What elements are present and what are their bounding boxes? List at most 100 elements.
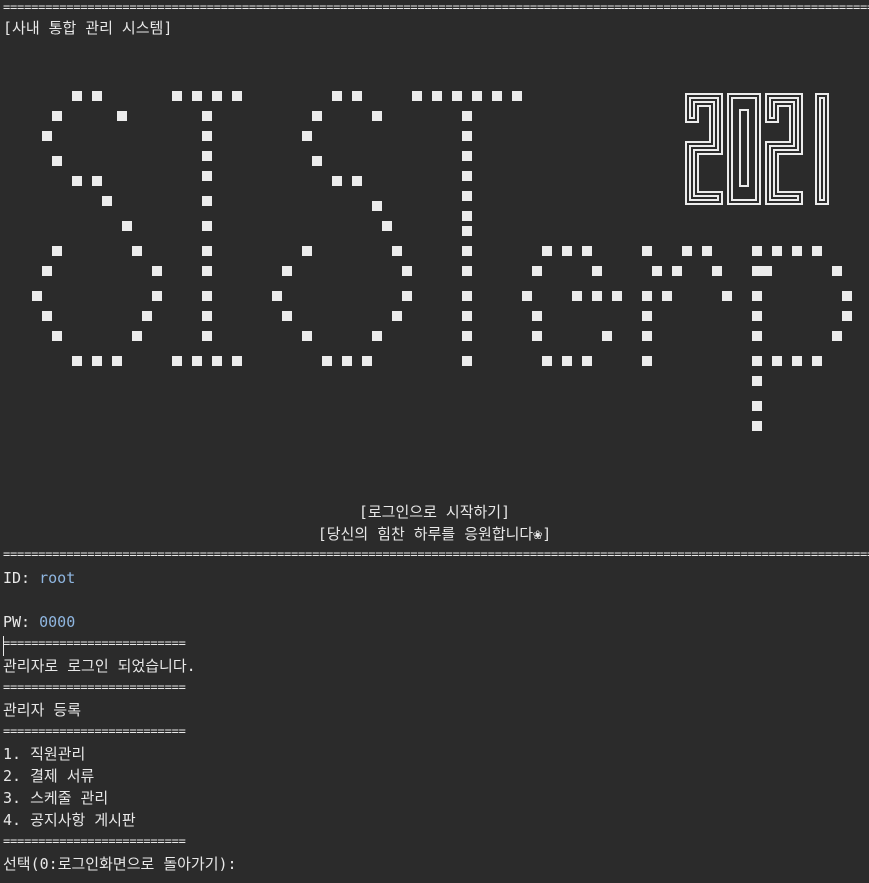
art-block <box>432 91 442 101</box>
art-block <box>562 246 572 256</box>
login-success-message: 관리자로 로그인 되었습니다. <box>3 657 196 675</box>
art-block <box>392 311 402 321</box>
art-block <box>117 111 127 121</box>
art-block <box>572 291 582 301</box>
art-block <box>712 266 722 276</box>
menu-item-label: 직원관리 <box>30 745 86 763</box>
art-block <box>302 246 312 256</box>
divider-3: ========================== <box>3 726 186 737</box>
art-block <box>682 246 692 256</box>
art-block <box>272 291 282 301</box>
art-block <box>152 266 162 276</box>
art-block <box>462 331 472 341</box>
art-block <box>532 266 542 276</box>
art-block <box>532 331 542 341</box>
start-login-label: [로그인으로 시작하기] <box>358 503 511 521</box>
menu-item-approval[interactable]: 2. 결제 서류 <box>3 766 94 786</box>
art-block <box>602 331 612 341</box>
art-block <box>52 156 62 166</box>
art-block <box>702 246 712 256</box>
art-block <box>792 356 802 366</box>
year-2021-logo <box>685 93 829 205</box>
art-block <box>302 131 312 141</box>
art-block <box>832 266 842 276</box>
menu-item-schedule[interactable]: 3. 스케줄 관리 <box>3 788 108 808</box>
art-block <box>642 291 652 301</box>
divider-1: ========================== <box>3 638 186 649</box>
art-block <box>202 171 212 181</box>
art-block <box>372 201 382 211</box>
art-block <box>592 291 602 301</box>
art-block <box>92 176 102 186</box>
art-block <box>462 226 472 236</box>
sist-erp-ascii-logo <box>32 91 852 431</box>
art-block <box>202 331 212 341</box>
art-block <box>492 91 502 101</box>
art-block <box>662 291 672 301</box>
cheer-message: [당신의 힘찬 하루를 응원합니다❀] <box>317 525 552 543</box>
id-value[interactable]: root <box>39 569 75 587</box>
art-block <box>812 356 822 366</box>
art-block <box>752 376 762 386</box>
art-block <box>462 311 472 321</box>
art-block <box>72 91 82 101</box>
menu-item-employee[interactable]: 1. 직원관리 <box>3 744 85 764</box>
pw-line: PW: 0000 <box>3 612 75 632</box>
art-block <box>202 221 212 231</box>
menu-item-notice-board[interactable]: 4. 공지사항 게시판 <box>3 810 136 830</box>
art-block <box>642 331 652 341</box>
art-block <box>312 156 322 166</box>
art-block <box>202 311 212 321</box>
art-block <box>462 111 472 121</box>
art-block <box>142 311 152 321</box>
art-block <box>462 191 472 201</box>
art-block <box>232 356 242 366</box>
art-block <box>842 311 852 321</box>
art-block <box>812 246 822 256</box>
art-block <box>92 356 102 366</box>
art-block <box>642 356 652 366</box>
pw-value[interactable]: 0000 <box>39 613 75 631</box>
art-block <box>642 311 652 321</box>
art-block <box>462 131 472 141</box>
art-block <box>672 266 682 276</box>
art-block <box>452 91 462 101</box>
art-block <box>102 196 112 206</box>
art-block <box>112 356 122 366</box>
art-block <box>462 171 472 181</box>
art-block <box>72 356 82 366</box>
menu-item-number: 4. <box>3 811 22 829</box>
art-block <box>192 91 202 101</box>
art-block <box>642 246 652 256</box>
art-block <box>322 356 332 366</box>
art-block <box>302 331 312 341</box>
art-block <box>392 246 402 256</box>
art-block <box>842 291 852 301</box>
art-block <box>832 331 842 341</box>
art-block <box>32 291 42 301</box>
banner-divider: ========================================… <box>3 549 869 560</box>
art-block <box>362 356 372 366</box>
art-block <box>42 266 52 276</box>
art-block <box>202 266 212 276</box>
art-block <box>172 356 182 366</box>
section-title: 관리자 등록 <box>3 701 82 719</box>
art-block <box>462 151 472 161</box>
art-block <box>762 266 772 276</box>
art-block <box>202 111 212 121</box>
divider-2: ========================== <box>3 682 186 693</box>
art-block <box>472 91 482 101</box>
menu-item-label: 결제 서류 <box>30 767 95 785</box>
art-block <box>512 91 522 101</box>
divider-4: ========================== <box>3 836 186 847</box>
menu-item-label: 공지사항 게시판 <box>30 811 136 829</box>
art-block <box>462 211 472 221</box>
art-block <box>352 176 362 186</box>
selection-prompt[interactable]: 선택(0:로그인화면으로 돌아가기): <box>3 854 237 874</box>
art-block <box>612 291 622 301</box>
art-block <box>462 266 472 276</box>
art-block <box>202 291 212 301</box>
art-block <box>92 91 102 101</box>
art-block <box>462 356 472 366</box>
art-block <box>462 291 472 301</box>
